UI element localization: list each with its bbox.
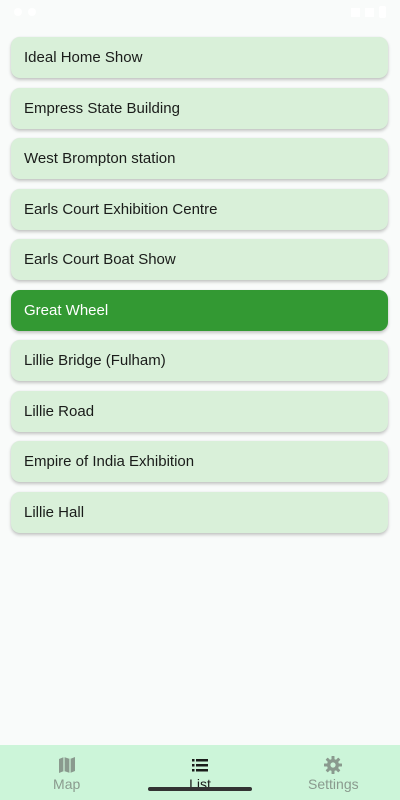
list-item-lillie-bridge[interactable]: Lillie Bridge (Fulham) bbox=[11, 340, 388, 381]
notification-icon bbox=[14, 8, 22, 16]
list-item-earls-court-boat-show[interactable]: Earls Court Boat Show bbox=[11, 239, 388, 280]
nav-tab-list[interactable]: List bbox=[133, 745, 266, 800]
home-indicator[interactable] bbox=[148, 787, 252, 791]
nav-tab-map[interactable]: Map bbox=[0, 745, 133, 800]
status-left bbox=[14, 8, 36, 16]
list-item-empress-state-building[interactable]: Empress State Building bbox=[11, 87, 388, 129]
status-right bbox=[351, 6, 386, 18]
notification-icon bbox=[28, 8, 36, 16]
list-icon bbox=[190, 755, 210, 775]
list-item-west-brompton-station[interactable]: West Brompton station bbox=[11, 138, 388, 179]
nav-tab-settings[interactable]: Settings bbox=[267, 745, 400, 800]
nav-label-settings: Settings bbox=[308, 776, 359, 792]
bottom-navigation: Map List Settings bbox=[0, 745, 400, 800]
list-item-earls-court-exhibition-centre[interactable]: Earls Court Exhibition Centre bbox=[11, 188, 388, 230]
list-item-lillie-hall[interactable]: Lillie Hall bbox=[11, 491, 388, 533]
app-screen: Ideal Home Show Empress State Building W… bbox=[0, 0, 400, 800]
list-item-great-wheel[interactable]: Great Wheel bbox=[11, 289, 388, 331]
list-item-ideal-home-show[interactable]: Ideal Home Show bbox=[11, 37, 388, 78]
status-bar bbox=[0, 0, 400, 24]
nav-label-map: Map bbox=[53, 776, 81, 792]
list-item-empire-of-india-exhibition[interactable]: Empire of India Exhibition bbox=[11, 441, 388, 482]
places-list: Ideal Home Show Empress State Building W… bbox=[11, 37, 388, 542]
list-item-lillie-road[interactable]: Lillie Road bbox=[11, 390, 388, 432]
gear-icon bbox=[323, 755, 343, 775]
map-icon bbox=[57, 755, 77, 775]
wifi-icon bbox=[351, 7, 360, 17]
battery-icon bbox=[379, 6, 386, 18]
signal-icon bbox=[365, 7, 374, 17]
